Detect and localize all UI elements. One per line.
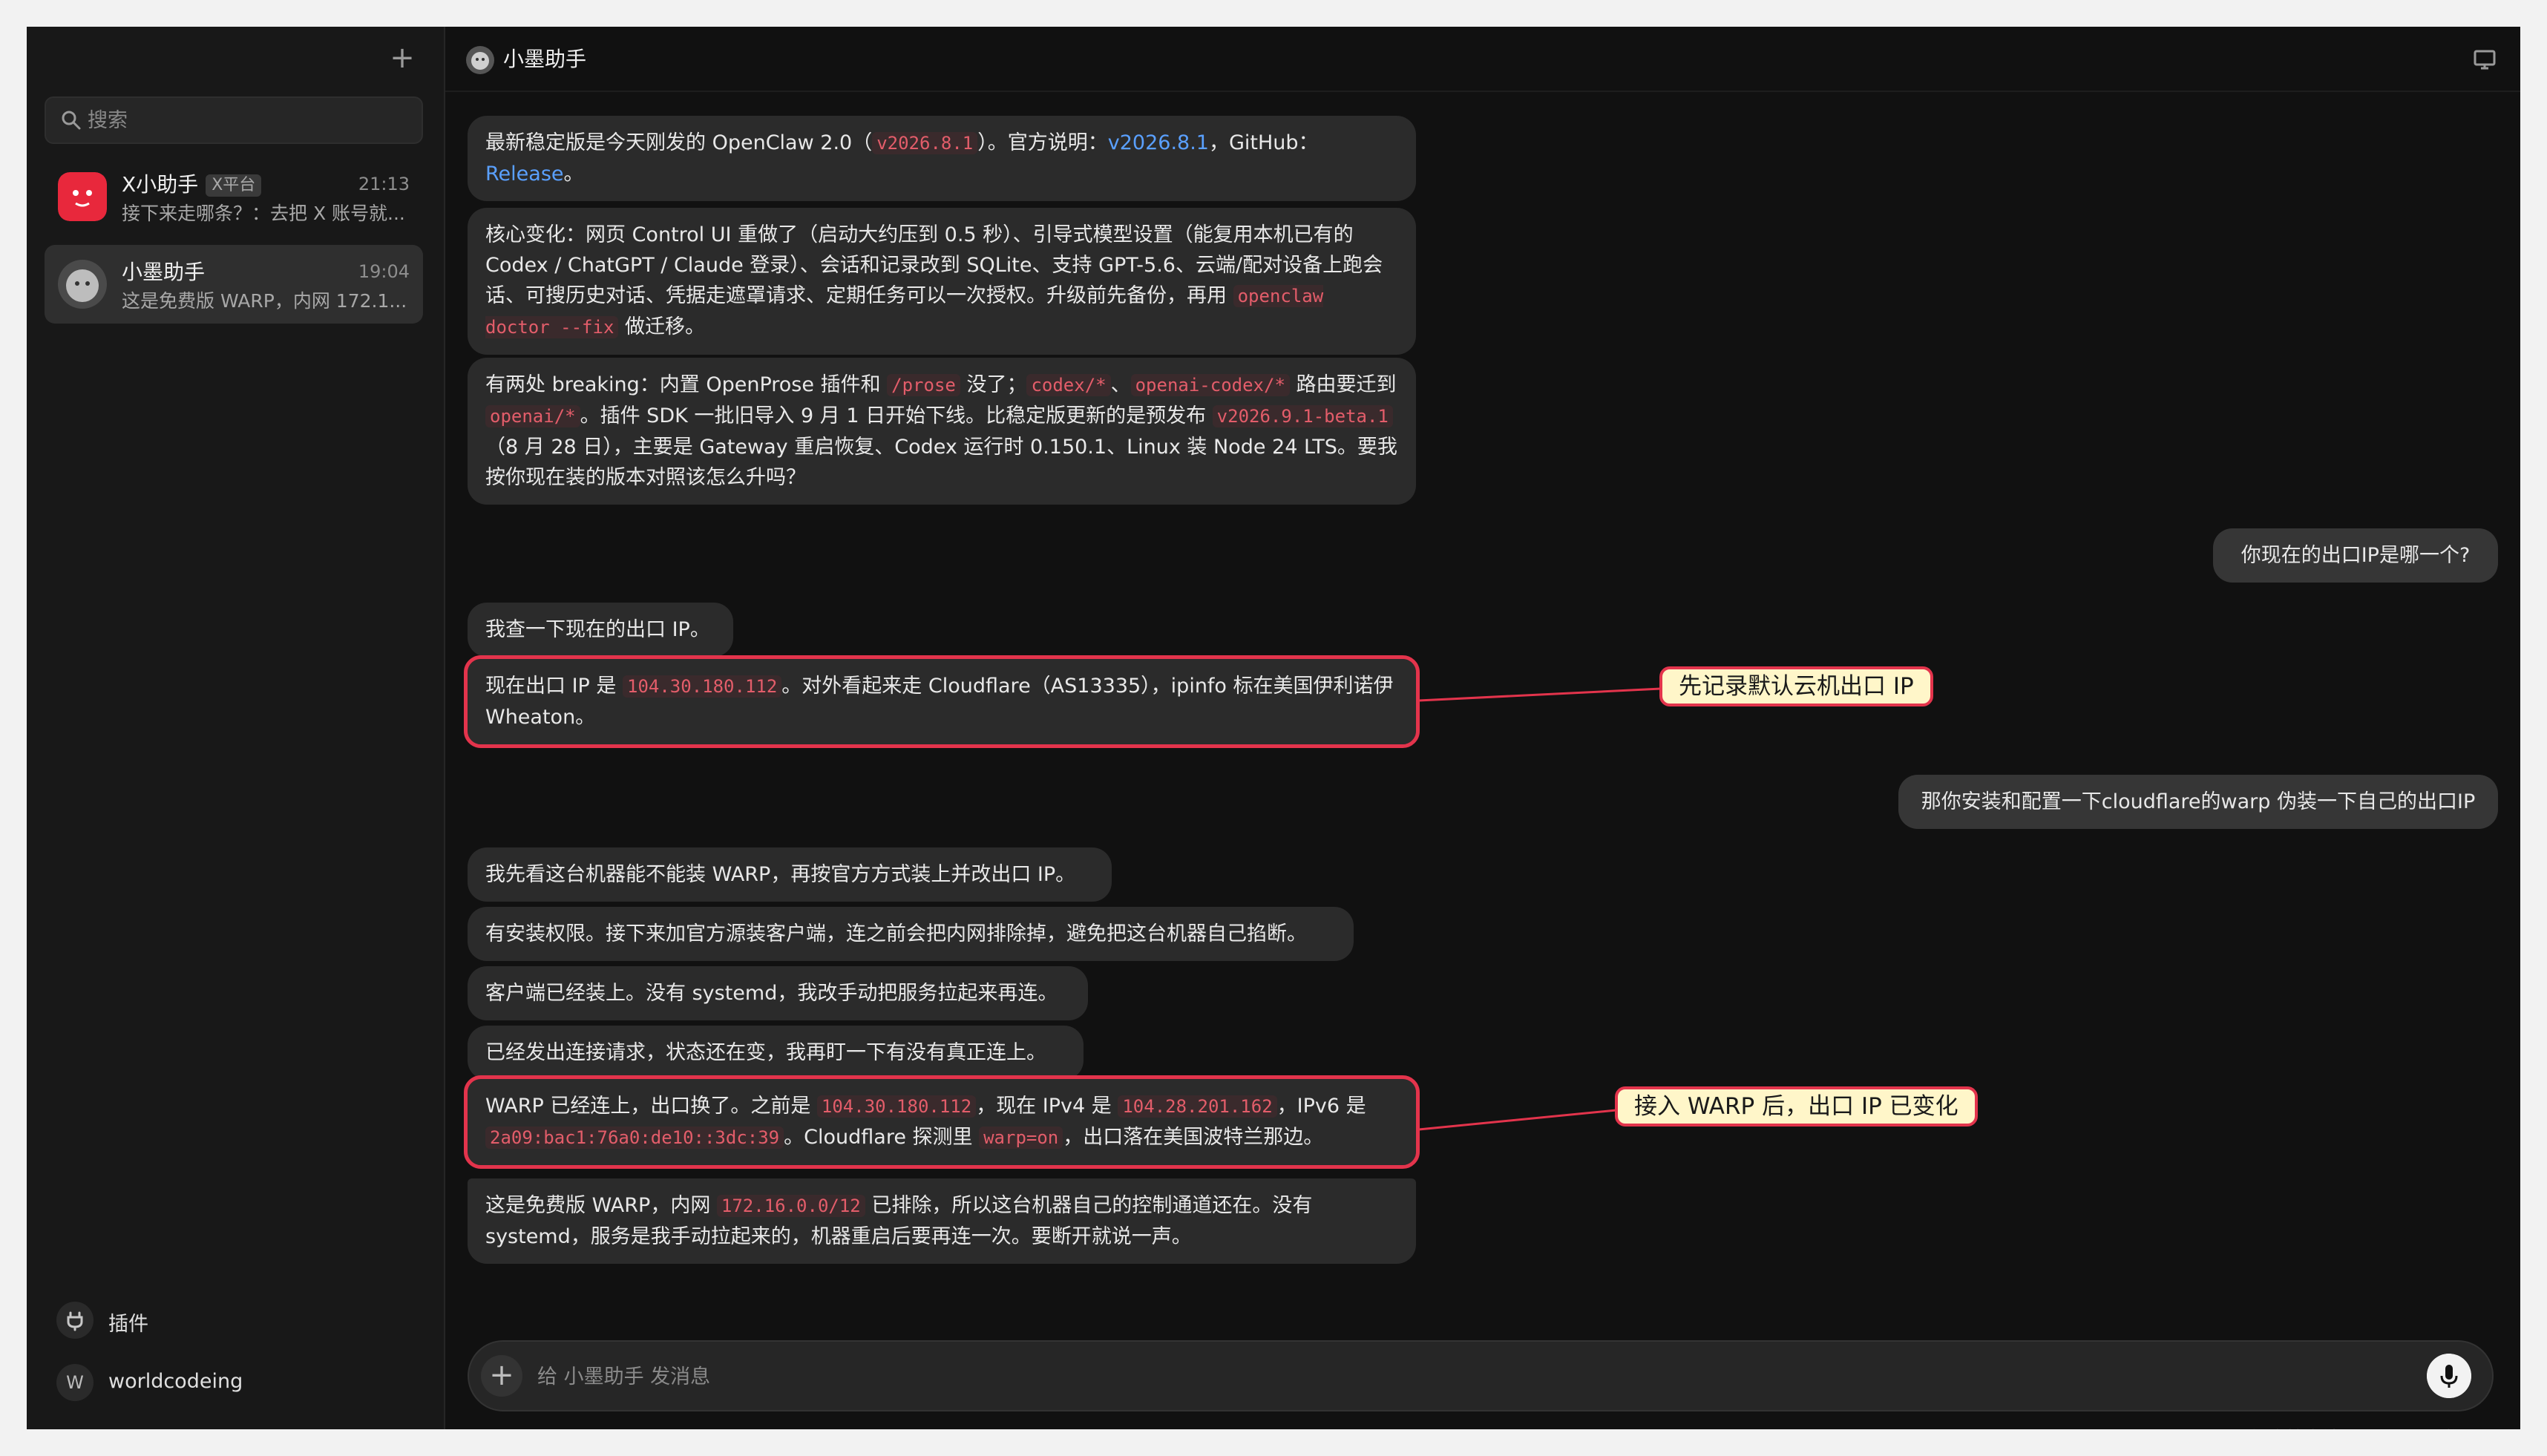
inline-code: 172.16.0.0/12: [716, 1195, 865, 1217]
chat-title: 小墨助手: [503, 47, 587, 71]
plugins-label: 插件: [108, 1313, 148, 1336]
assistant-avatar-icon: [466, 46, 494, 74]
inline-code: 104.28.201.162: [1118, 1095, 1277, 1118]
conversation-preview: 这是免费版 WARP，内网 172.1...: [122, 290, 407, 312]
assistant-message: 客户端已经装上。没有 systemd，我改手动把服务拉起来再连。: [468, 966, 1088, 1020]
release-notes-link[interactable]: v2026.8.1: [1108, 131, 1209, 154]
annotation-line-1: [1418, 687, 1662, 702]
inline-code: codex/*: [1026, 374, 1111, 396]
monitor-icon[interactable]: [2471, 46, 2498, 73]
inline-code: /prose: [887, 374, 960, 396]
x-assistant-avatar: [58, 172, 107, 221]
plug-icon: [56, 1302, 94, 1339]
assistant-message-highlighted: 现在出口 IP 是 104.30.180.112 。对外看起来走 Cloudfla…: [464, 655, 1420, 748]
message-input[interactable]: [536, 1361, 2320, 1392]
assistant-message: 这是免费版 WARP，内网 172.16.0.0/12 已排除，所以这台机器自己…: [468, 1178, 1416, 1264]
assistant-message: 我查一下现在的出口 IP。: [468, 603, 733, 657]
user-avatar: W: [56, 1364, 94, 1401]
watermark: 掘金技术社区 @ 小墨同学boy: [2251, 1423, 2491, 1429]
conversation-time: 19:04: [358, 261, 410, 282]
assistant-message: 最新稳定版是今天刚发的 OpenClaw 2.0（ v2026.8.1 ）。官方说明…: [468, 116, 1416, 201]
conversation-name: X小助手 X平台: [122, 172, 262, 197]
inline-code: v2026.9.1-beta.1: [1212, 405, 1393, 427]
assistant-message: 有安装权限。接下来加官方源装客户端，连之前会把内网排除掉，避免把这台机器自己掐断…: [468, 907, 1354, 961]
assistant-message: 核心变化：网页 Control UI 重做了（启动大约压到 0.5 秒）、引导式…: [468, 208, 1416, 355]
inline-code: openai-codex/*: [1130, 374, 1290, 396]
assistant-message-highlighted: WARP 已经连上，出口换了。之前是 104.30.180.112 ，现在 IPv…: [464, 1075, 1420, 1169]
inline-code: warp=on: [979, 1127, 1063, 1149]
microphone-icon[interactable]: [2427, 1354, 2471, 1398]
inline-code: 104.30.180.112: [623, 675, 782, 698]
conversation-preview: 接下来走哪条？：去把 X 账号就...: [122, 203, 405, 224]
user-message: 那你安装和配置一下cloudflare的warp 伪装一下自己的出口IP: [1898, 775, 2498, 829]
conversation-item-xiaomo-assistant[interactable]: 小墨助手 19:04 这是免费版 WARP，内网 172.1...: [45, 245, 423, 324]
inline-code: 2a09:bac1:76a0:de10::3dc:39: [485, 1127, 784, 1149]
inline-code: openai/*: [485, 405, 580, 427]
assistant-message: 我先看这台机器能不能装 WARP，再按官方方式装上并改出口 IP。: [468, 847, 1112, 902]
assistant-message: 有两处 breaking：内置 OpenProse 插件和 /prose 没了；…: [468, 358, 1416, 505]
user-message: 你现在的出口IP是哪一个?: [2213, 528, 2498, 583]
inline-code: v2026.8.1: [872, 132, 978, 154]
assistant-message: 已经发出连接请求，状态还在变，我再盯一下有没有真正连上。: [468, 1026, 1084, 1080]
github-release-link[interactable]: Release: [485, 163, 564, 186]
annotation-default-ip: 先记录默认云机出口 IP: [1659, 666, 1933, 706]
platform-tag: X平台: [206, 174, 262, 197]
annotation-line-2: [1418, 1109, 1617, 1131]
xiaomo-assistant-avatar: [58, 260, 107, 309]
conversation-time: 21:13: [358, 174, 410, 194]
message-composer: +: [468, 1340, 2494, 1411]
inline-code: 104.30.180.112: [816, 1095, 977, 1118]
conversation-item-x-assistant[interactable]: X小助手 X平台 21:13 接下来走哪条？：去把 X 账号就...: [45, 157, 423, 236]
chat-header: 小墨助手: [445, 27, 2520, 92]
search-box[interactable]: 搜索: [45, 96, 423, 144]
sidebar: + 搜索 X小助手X平台 21:13 接下来走哪条？：去把 X 账号就...: [27, 27, 445, 1429]
chat-main: 小墨助手 最新稳定版是今天刚发的 OpenClaw 2.0（ v2026.8.1）…: [445, 27, 2520, 1429]
conversation-name: 小墨助手: [122, 260, 206, 284]
app-window: + 搜索 X小助手X平台 21:13 接下来走哪条？：去把 X 账号就...: [27, 27, 2520, 1429]
search-icon: [62, 111, 81, 130]
attach-button[interactable]: +: [481, 1355, 522, 1397]
username-label: worldcodeing: [108, 1370, 243, 1393]
annotation-warp-ip-changed: 接入 WARP 后，出口 IP 已变化: [1615, 1086, 1978, 1127]
search-placeholder: 搜索: [88, 109, 128, 132]
new-chat-button[interactable]: +: [386, 42, 419, 74]
